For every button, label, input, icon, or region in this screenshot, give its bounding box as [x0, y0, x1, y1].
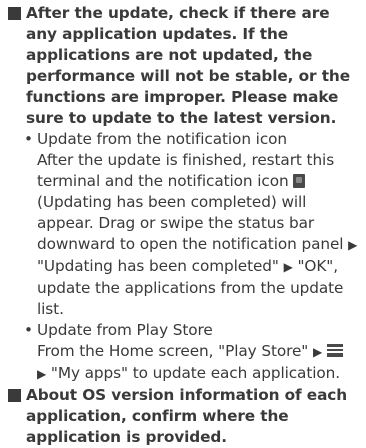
- update-methods-list: • Update from the notification icon Afte…: [8, 129, 360, 385]
- update-note: After the update, check if there are any…: [8, 3, 360, 129]
- bullet-text: "My apps" to update each application.: [50, 364, 340, 382]
- bullet-title: Update from the notification icon: [37, 130, 287, 148]
- os-version-note-text: About OS version information of each app…: [26, 386, 348, 446]
- bullet-dot: •: [24, 130, 33, 148]
- bullet-text: "Updating has been completed": [37, 257, 279, 275]
- manual-page: After the update, check if there are any…: [8, 3, 360, 448]
- square-bullet-icon: [8, 7, 21, 20]
- bullet-text: (Updating has been completed) will appea…: [37, 193, 344, 253]
- bullet-text: After the update is finished, restart th…: [37, 151, 335, 190]
- list-item-play-store: • Update from Play Store From the Home s…: [8, 320, 360, 385]
- bullet-text: From the Home screen, "Play Store": [37, 342, 309, 360]
- arrow-icon: ▶: [37, 367, 47, 381]
- list-item-notification: • Update from the notification icon Afte…: [8, 129, 360, 320]
- bullet-dot: •: [24, 321, 33, 339]
- square-bullet-icon: [8, 389, 21, 402]
- notification-icon: [293, 174, 306, 188]
- arrow-icon: ▶: [348, 238, 358, 252]
- os-version-note: About OS version information of each app…: [8, 385, 360, 448]
- arrow-icon: ▶: [283, 260, 293, 274]
- bullet-title: Update from Play Store: [37, 321, 213, 339]
- update-note-text: After the update, check if there are any…: [26, 4, 350, 127]
- arrow-icon: ▶: [312, 345, 323, 359]
- menu-icon: [326, 344, 343, 357]
